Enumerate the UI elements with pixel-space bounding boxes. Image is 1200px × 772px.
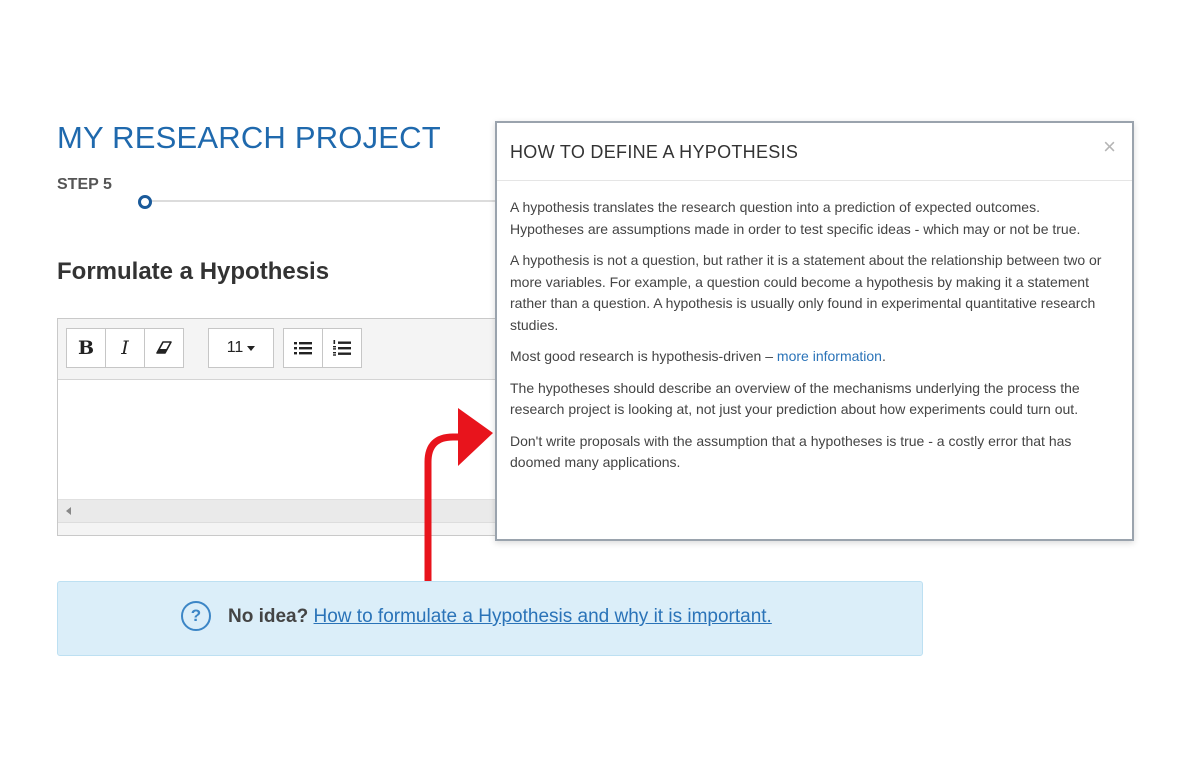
modal-paragraph: Most good research is hypothesis-driven … [510, 346, 1115, 368]
modal-header: HOW TO DEFINE A HYPOTHESIS × [497, 123, 1132, 181]
list-button-group [283, 328, 362, 368]
progress-track [145, 200, 500, 202]
question-icon: ? [181, 601, 211, 631]
step-label: STEP 5 [57, 176, 112, 193]
bold-button[interactable]: B [66, 328, 106, 368]
modal-paragraph: A hypothesis is not a question, but rath… [510, 252, 1102, 333]
modal-paragraph: A hypothesis translates the research que… [510, 199, 1081, 237]
help-strong-text: No idea? [228, 606, 309, 627]
modal-paragraph-end: . [881, 348, 886, 364]
format-button-group: B I [66, 328, 184, 368]
help-banner: ? No idea? How to formulate a Hypothesis… [57, 581, 923, 656]
italic-button[interactable]: I [105, 328, 145, 368]
numbered-list-button[interactable] [322, 328, 362, 368]
hypothesis-help-modal: HOW TO DEFINE A HYPOTHESIS × A hypothesi… [495, 121, 1134, 541]
section-title: Formulate a Hypothesis [57, 258, 330, 285]
clear-format-button[interactable] [144, 328, 184, 368]
editor-text-area[interactable] [58, 380, 501, 495]
scroll-left-icon[interactable] [66, 507, 71, 515]
page-title: MY RESEARCH PROJECT [57, 120, 441, 155]
horizontal-scrollbar[interactable] [58, 499, 501, 522]
close-icon[interactable]: × [1103, 136, 1116, 158]
modal-paragraph: Don't write proposals with the assumptio… [510, 432, 1072, 471]
modal-paragraph: The hypotheses should describe an overvi… [510, 379, 1080, 418]
font-size-group: 11 [208, 328, 274, 368]
font-size-value: 11 [226, 339, 244, 356]
chevron-down-icon [247, 345, 256, 351]
editor-toolbar: B I 11 [58, 319, 501, 380]
more-information-link[interactable]: more information [777, 348, 882, 364]
hypothesis-help-link[interactable]: How to formulate a Hypothesis and why it… [314, 606, 772, 627]
modal-body: A hypothesis translates the research que… [510, 197, 1115, 484]
modal-title: HOW TO DEFINE A HYPOTHESIS [510, 142, 799, 162]
help-text: No idea? How to formulate a Hypothesis a… [228, 606, 772, 628]
eraser-icon [156, 341, 172, 354]
rich-text-editor: B I 11 [57, 318, 502, 536]
font-size-dropdown[interactable]: 11 [208, 328, 274, 368]
modal-paragraph-text: Most good research is hypothesis-driven … [510, 348, 777, 364]
bullet-list-button[interactable] [283, 328, 323, 368]
numbered-list-icon [333, 340, 351, 356]
bullet-list-icon [294, 342, 312, 355]
progress-step-dot[interactable] [138, 195, 152, 209]
editor-resize-handle[interactable] [58, 522, 501, 535]
